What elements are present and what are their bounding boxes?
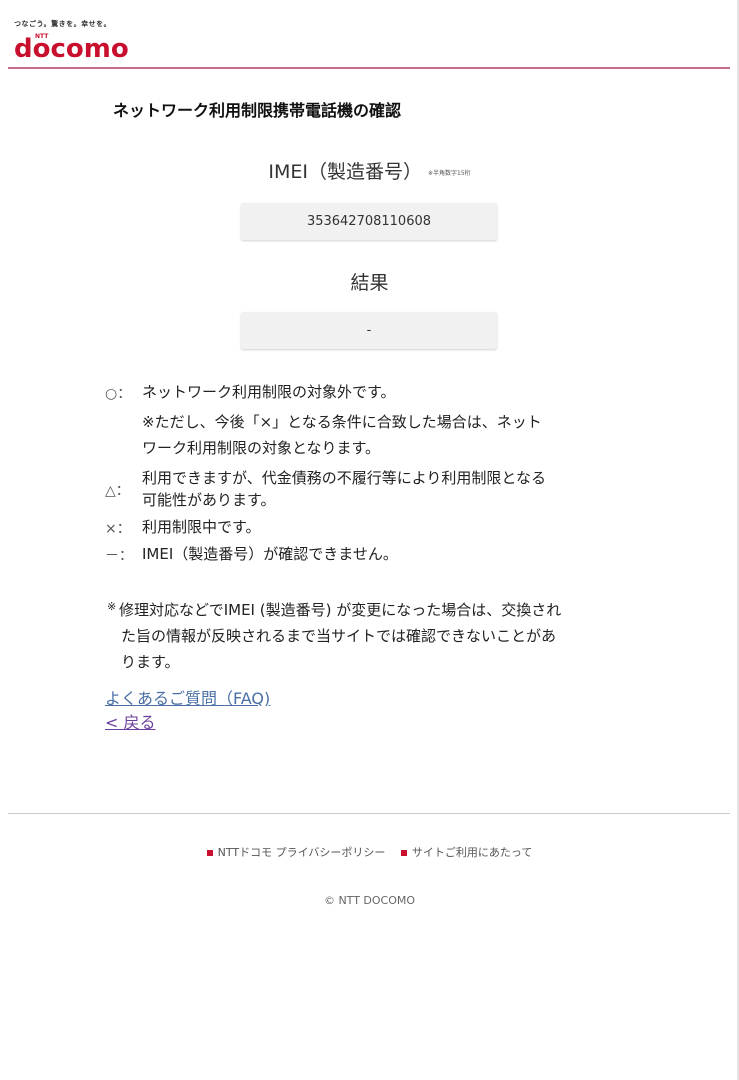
result-label: 結果 [350,272,389,294]
note-text: 修理対応などでIMEI (製造番号) が変更になった場合は、交換され [119,601,562,619]
triangle-symbol: △： [105,483,130,499]
note-text: た旨の情報が反映されるまで当サイトでは確認できないことがあ [121,627,557,645]
brand-tagline: つなごう。驚きを。幸せを。 [14,20,112,28]
page-title: ネットワーク利用制限携帯電話機の確認 [113,101,402,120]
privacy-policy-link[interactable]: NTTドコモ プライバシーポリシー [206,846,386,859]
site-terms-label: サイトご利用にあたって [411,846,533,859]
header: つなごう。驚きを。幸せを。 NTT docomo [0,0,739,70]
legend-text: 可能性があります。 [142,491,276,509]
faq-link[interactable]: よくあるご質問（FAQ) [105,685,270,709]
copyright: © NTT DOCOMO [323,894,416,907]
docomo-logo[interactable]: docomo [14,34,129,64]
page: つなごう。驚きを。幸せを。 NTT docomo ネットワーク利用制限携帯電話機… [0,0,739,1080]
imei-format-note: ※半角数字15桁 [427,170,471,177]
footer-links: NTTドコモ プライバシーポリシー サイトご利用にあたって [0,844,739,860]
legend-text: ワーク利用制限の対象となります。 [142,439,381,457]
header-divider [8,67,730,69]
circle-symbol: ○： [105,386,132,402]
imei-label: IMEI（製造番号） [268,161,422,183]
dash-symbol: －： [105,548,133,564]
note-text: ります。 [121,653,180,671]
cross-symbol: ×： [105,521,131,537]
footer-divider [8,813,730,814]
result-value-field: - [241,312,497,349]
bullet-icon [206,850,213,856]
bullet-icon [400,850,407,856]
legend-text: ※ただし、今後「×」となる条件に合致した場合は、ネット [142,413,542,431]
imei-value-field: 353642708110608 [241,203,497,240]
site-terms-link[interactable]: サイトご利用にあたって [400,846,533,859]
legend-text: 利用できますが、代金債務の不履行等により利用制限となる [142,469,546,487]
imei-label-row: IMEI（製造番号） ※半角数字15桁 [0,157,739,184]
note-asterisk: ※ [107,600,117,613]
legend-text: 利用制限中です。 [142,518,261,536]
legend-text: IMEI（製造番号）が確認できません。 [142,545,398,563]
legend-text: ネットワーク利用制限の対象外です。 [142,383,396,401]
back-link[interactable]: < 戻る [105,709,156,733]
privacy-policy-label: NTTドコモ プライバシーポリシー [217,846,386,859]
